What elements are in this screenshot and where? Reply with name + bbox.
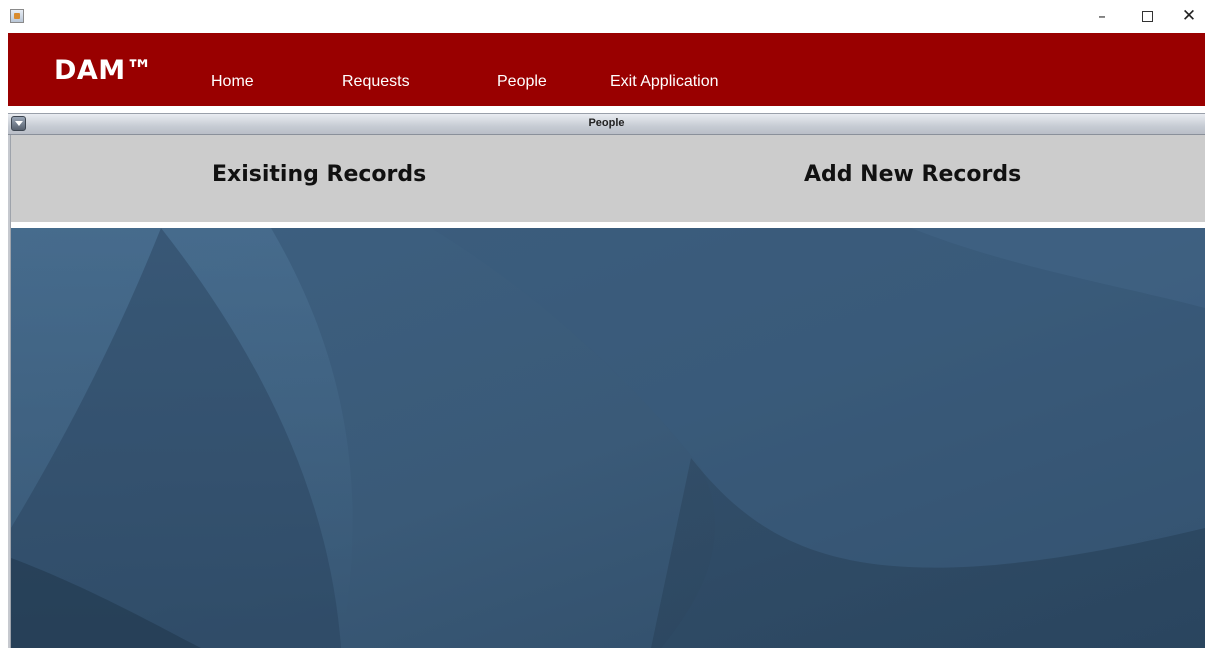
background-wallpaper [11, 228, 1205, 648]
nav-exit-application[interactable]: Exit Application [610, 73, 719, 91]
nav-people[interactable]: People [497, 73, 547, 91]
wallpaper-graphic [11, 228, 1205, 648]
record-tabs: Exisiting Records Add New Records [11, 135, 1205, 222]
people-internal-frame: People Exisiting Records Add New Records [8, 106, 1205, 648]
window-titlebar: – ✕ [0, 0, 1205, 33]
minimize-button[interactable]: – [1092, 6, 1112, 26]
main-navbar: DAM™ Home Requests People Exit Applicati… [8, 33, 1205, 106]
maximize-icon [1141, 11, 1153, 22]
nav-requests[interactable]: Requests [342, 73, 410, 91]
maximize-button[interactable] [1137, 6, 1157, 26]
frame-title: People [588, 117, 625, 129]
brand-logo: DAM™ [54, 55, 154, 86]
tab-existing-records[interactable]: Exisiting Records [212, 162, 426, 187]
close-button[interactable]: ✕ [1179, 6, 1199, 26]
tab-add-new-records[interactable]: Add New Records [804, 162, 1021, 187]
nav-home[interactable]: Home [211, 73, 254, 91]
java-app-icon[interactable] [10, 9, 24, 23]
frame-title-bar[interactable]: People [8, 113, 1205, 135]
